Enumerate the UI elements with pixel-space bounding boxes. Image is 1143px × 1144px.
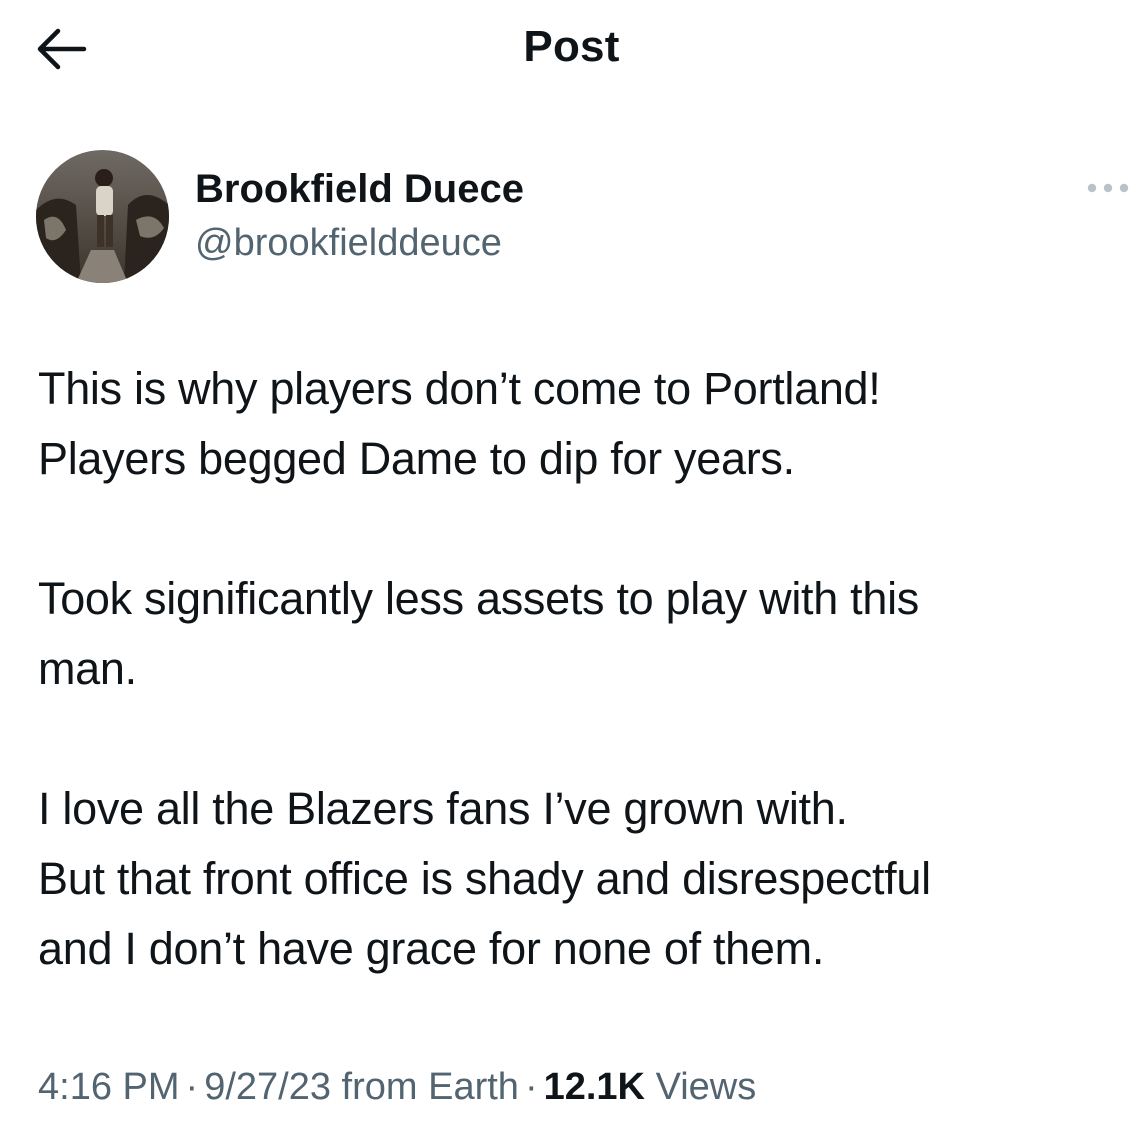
author-handle[interactable]: @brookfielddeuce	[195, 220, 502, 266]
post-source: from Earth	[341, 1066, 519, 1108]
tweet-metadata: 4:16 PM · 9/27/23 from Earth · 12.1K Views	[38, 1062, 756, 1112]
page-title: Post	[523, 22, 620, 71]
tweet-text: This is why players don’t come to Portla…	[38, 354, 1128, 984]
tweet-paragraph: Took significantly less assets to play w…	[38, 573, 919, 694]
top-bar: Post	[0, 0, 1143, 100]
timestamp-date[interactable]: 9/27/23	[204, 1066, 331, 1108]
meta-separator: ·	[185, 1066, 199, 1108]
tweet-paragraph: I love all the Blazers fans I’ve grown w…	[38, 783, 931, 974]
more-options-button[interactable]	[1080, 170, 1136, 206]
meta-separator: ·	[524, 1066, 538, 1108]
profile-photo	[36, 150, 169, 283]
timestamp-time[interactable]: 4:16 PM	[38, 1066, 180, 1108]
more-horizontal-icon	[1087, 183, 1129, 193]
tweet-paragraph: This is why players don’t come to Portla…	[38, 363, 881, 484]
views-count[interactable]: 12.1K	[544, 1066, 645, 1108]
views-label[interactable]: Views	[656, 1066, 757, 1108]
avatar[interactable]	[36, 150, 169, 283]
author-display-name[interactable]: Brookfield Duece	[195, 165, 524, 213]
